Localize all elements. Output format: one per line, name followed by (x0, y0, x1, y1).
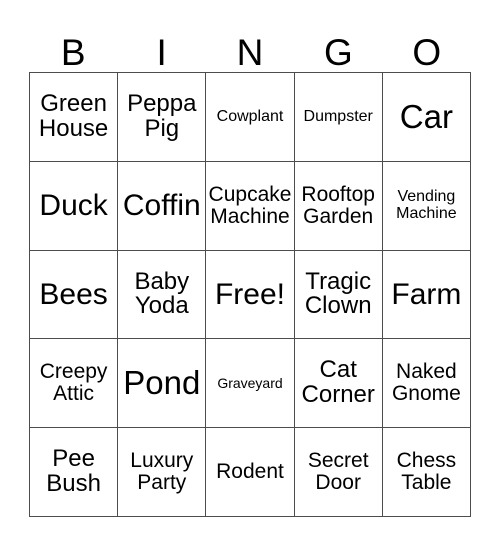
bingo-cell[interactable]: Cupcake Machine (206, 161, 295, 251)
bingo-cell-label: Rodent (216, 460, 284, 484)
bingo-cell[interactable]: Cowplant (206, 73, 295, 162)
bingo-header-row: B I N G O (29, 18, 471, 72)
bingo-cell[interactable]: Free! (206, 250, 295, 340)
bingo-cell[interactable]: Pee Bush (30, 428, 119, 517)
bingo-cell-label: Graveyard (217, 375, 283, 392)
bingo-cell-label: Tragic Clown (304, 267, 372, 320)
bingo-cell-label: Free! (214, 277, 285, 311)
bingo-cell[interactable]: Luxury Party (118, 428, 207, 517)
bingo-cell-label: Pee Bush (46, 445, 101, 498)
bingo-cell[interactable]: Pond (118, 339, 207, 429)
bingo-cell[interactable]: Creepy Attic (30, 339, 119, 429)
bingo-cell-label: Green House (38, 89, 109, 142)
bingo-cell-label: Rooftop Garden (301, 182, 375, 228)
bingo-cell-label: Car (399, 97, 453, 135)
bingo-cell[interactable]: Duck (30, 161, 119, 251)
bingo-cell-label: Pond (123, 364, 201, 402)
bingo-header-letter-o: O (412, 32, 442, 73)
bingo-header-letter-i: I (156, 32, 167, 73)
bingo-cell-label: Dumpster (303, 107, 373, 125)
bingo-cell-label: Vending Machine (396, 188, 457, 222)
bingo-cell[interactable]: Bees (30, 250, 119, 340)
bingo-cell-label: Farm (391, 277, 462, 311)
bingo-cell[interactable]: Cat Corner (294, 339, 383, 429)
bingo-cell-label: Peppa Pig (127, 89, 197, 142)
bingo-cell-label: Baby Yoda (134, 267, 190, 320)
bingo-cell-label: Cat Corner (301, 356, 375, 409)
bingo-header-letter-g: G (324, 32, 353, 73)
bingo-header-letter-b: B (60, 32, 86, 73)
bingo-cell-label: Cowplant (216, 107, 284, 125)
bingo-header-letter-n: N (236, 32, 264, 73)
bingo-cell-label: Coffin (122, 189, 201, 223)
bingo-cell[interactable]: Green House (30, 73, 119, 162)
bingo-cell[interactable]: Coffin (118, 161, 207, 251)
bingo-cell[interactable]: Rodent (206, 428, 295, 517)
bingo-cell[interactable]: Graveyard (206, 339, 295, 429)
bingo-cell-label: Cupcake Machine (208, 182, 292, 228)
bingo-cell-label: Secret Door (307, 449, 369, 495)
bingo-cell[interactable]: Peppa Pig (118, 73, 207, 162)
bingo-cell[interactable]: Naked Gnome (382, 339, 471, 429)
bingo-cell[interactable]: Rooftop Garden (294, 161, 383, 251)
bingo-card: B I N G O Green House Peppa Pig Cowplant Du… (29, 18, 471, 517)
bingo-cell[interactable]: Car (382, 73, 471, 162)
bingo-cell-label: Naked Gnome (391, 360, 461, 406)
bingo-cell[interactable]: Secret Door (294, 428, 383, 517)
bingo-cell[interactable]: Baby Yoda (118, 250, 207, 340)
bingo-grid: Green House Peppa Pig Cowplant Dumpster Car D… (29, 72, 471, 517)
bingo-cell-label: Chess Table (396, 449, 457, 495)
bingo-cell[interactable]: Dumpster (294, 73, 383, 162)
bingo-cell-label: Duck (39, 189, 108, 223)
bingo-cell[interactable]: Farm (382, 250, 471, 340)
bingo-cell-label: Bees (39, 277, 108, 311)
bingo-cell[interactable]: Chess Table (382, 428, 471, 517)
bingo-cell[interactable]: Vending Machine (382, 161, 471, 251)
bingo-cell-label: Luxury Party (130, 449, 194, 495)
bingo-cell-label: Creepy Attic (39, 360, 108, 406)
bingo-cell[interactable]: Tragic Clown (294, 250, 383, 340)
